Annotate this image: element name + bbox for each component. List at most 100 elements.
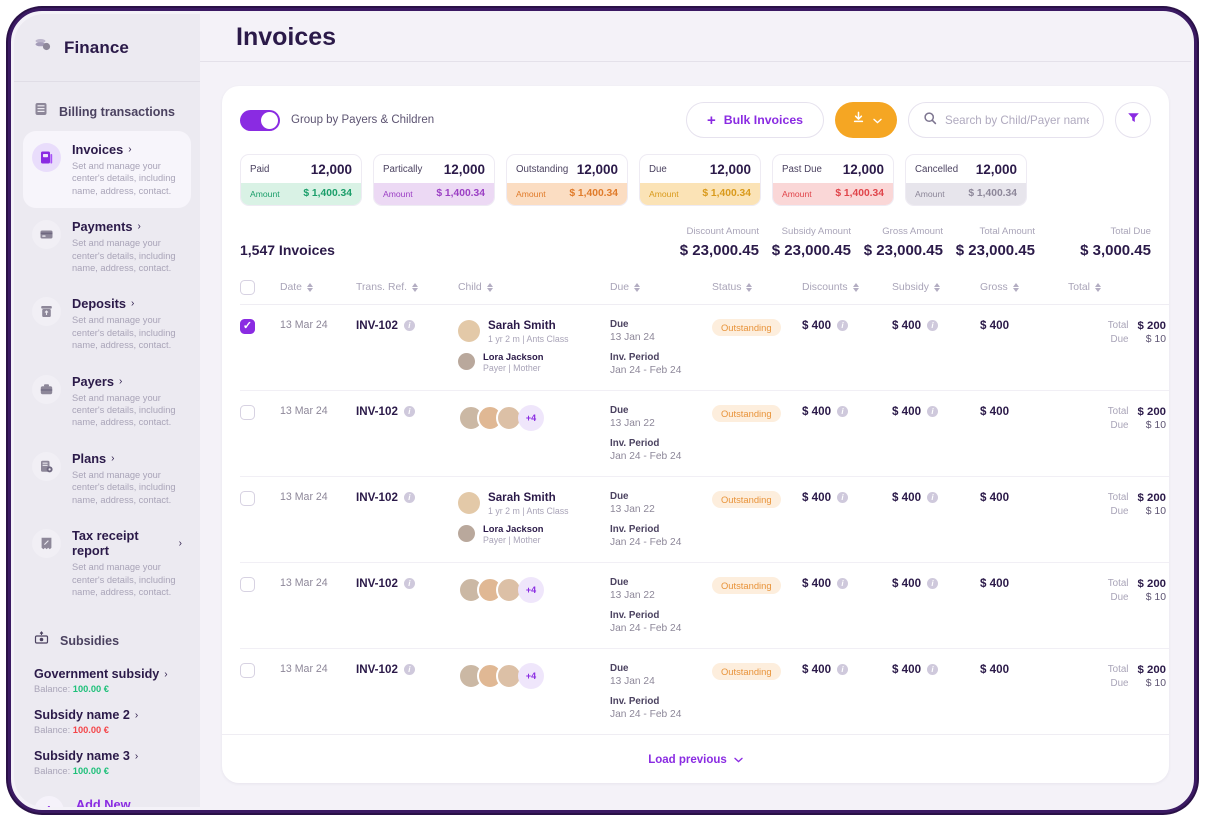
status-card-cancelled[interactable]: Cancelled 12,000 Amount $ 1,400.34 bbox=[905, 154, 1027, 206]
sidebar-item-tax-receipt-report-label: Tax receipt report › bbox=[72, 528, 182, 559]
column-header-due[interactable]: Due bbox=[610, 273, 712, 305]
child-avatar-group[interactable]: +4 bbox=[458, 405, 610, 431]
search-box[interactable] bbox=[908, 102, 1104, 138]
row-checkbox[interactable] bbox=[240, 577, 255, 592]
column-header-discounts[interactable]: Discounts bbox=[802, 273, 892, 305]
period-block: Inv. Period Jan 24 - Feb 24 bbox=[610, 524, 682, 548]
subsidy-item-subsidy-name-3[interactable]: Subsidy name 3 › Balance: 100.00 € bbox=[14, 741, 200, 782]
period-block: Inv. Period Jan 24 - Feb 24 bbox=[610, 696, 682, 720]
info-icon[interactable]: i bbox=[837, 406, 849, 417]
due-block: Due 13 Jan 24 bbox=[610, 663, 655, 687]
sort-icon[interactable] bbox=[634, 283, 641, 292]
status-card-paid[interactable]: Paid 12,000 Amount $ 1,400.34 bbox=[240, 154, 362, 206]
status-badge: Outstanding bbox=[712, 405, 781, 422]
info-icon[interactable]: i bbox=[403, 578, 415, 589]
info-icon[interactable]: i bbox=[403, 664, 415, 675]
app-window: Finance Billing transactions Invoices › … bbox=[8, 8, 1197, 813]
sort-icon[interactable] bbox=[412, 283, 419, 292]
avatar-overflow-count: +4 bbox=[518, 663, 544, 689]
subsidy-item-government-subsidy[interactable]: Government subsidy › Balance: 100.00 € bbox=[14, 659, 200, 700]
child-avatar-group[interactable]: +4 bbox=[458, 577, 610, 603]
cell-gross: $ 400 bbox=[980, 491, 1010, 504]
table-row[interactable]: 13 Mar 24 INV-102 i bbox=[240, 304, 1169, 391]
sidebar-item-payers[interactable]: Payers › Set and manage your center's de… bbox=[23, 363, 191, 440]
info-icon[interactable]: i bbox=[403, 320, 415, 331]
info-icon[interactable]: i bbox=[403, 406, 415, 417]
cell-date: 13 Mar 24 bbox=[280, 562, 356, 649]
info-icon[interactable]: i bbox=[927, 492, 939, 503]
load-previous-button[interactable]: Load previous bbox=[648, 754, 743, 766]
sidebar-item-plans[interactable]: Plans › Set and manage your center's det… bbox=[23, 440, 191, 517]
search-input[interactable] bbox=[945, 113, 1089, 127]
row-checkbox[interactable] bbox=[240, 663, 255, 678]
table-row[interactable]: 13 Mar 24 INV-102 i bbox=[240, 390, 1169, 477]
cell-subsidy: $ 400 i bbox=[892, 577, 980, 590]
info-icon[interactable]: i bbox=[403, 492, 415, 503]
sort-icon[interactable] bbox=[1094, 283, 1101, 292]
info-icon[interactable]: i bbox=[927, 406, 939, 417]
status-card-partically[interactable]: Partically 12,000 Amount $ 1,400.34 bbox=[373, 154, 495, 206]
chevron-down-icon bbox=[872, 111, 882, 129]
row-checkbox[interactable] bbox=[240, 319, 255, 334]
child-avatar-group[interactable]: +4 bbox=[458, 663, 610, 689]
table-row[interactable]: 13 Mar 24 INV-102 i bbox=[240, 476, 1169, 563]
info-icon[interactable]: i bbox=[927, 664, 939, 675]
download-button[interactable] bbox=[835, 102, 897, 138]
avatar bbox=[458, 525, 475, 543]
invoice-icon bbox=[32, 143, 61, 172]
status-card-due[interactable]: Due 12,000 Amount $ 1,400.34 bbox=[639, 154, 761, 206]
subsidy-balance: Balance: 100.00 € bbox=[34, 684, 109, 695]
page-title: Invoices bbox=[236, 23, 337, 51]
select-all-checkbox[interactable] bbox=[240, 280, 255, 295]
status-card-past-due[interactable]: Past Due 12,000 Amount $ 1,400.34 bbox=[772, 154, 894, 206]
column-header-status[interactable]: Status bbox=[712, 273, 802, 305]
sidebar-item-tax-receipt-report[interactable]: Tax receipt report › Set and manage your… bbox=[23, 517, 191, 609]
sort-icon[interactable] bbox=[486, 283, 493, 292]
nav-list: Invoices › Set and manage your center's … bbox=[14, 131, 200, 609]
bulk-invoices-button[interactable]: + Bulk Invoices bbox=[685, 102, 824, 138]
toggle-switch[interactable] bbox=[240, 109, 280, 131]
add-new-subsidy-button[interactable]: + Add New Subsidy bbox=[14, 782, 200, 807]
sidebar: Finance Billing transactions Invoices › … bbox=[14, 14, 200, 807]
sidebar-item-tax-receipt-report-desc: Set and manage your center's details, in… bbox=[72, 562, 176, 597]
cell-date: 13 Mar 24 bbox=[280, 304, 356, 391]
sort-icon[interactable] bbox=[933, 283, 940, 292]
info-icon[interactable]: i bbox=[927, 320, 939, 331]
column-header-total[interactable]: Total bbox=[1068, 273, 1169, 305]
status-card-outstanding[interactable]: Outstanding 12,000 Amount $ 1,400.34 bbox=[506, 154, 628, 206]
column-header-child[interactable]: Child bbox=[458, 273, 610, 305]
column-header-subsidy[interactable]: Subsidy bbox=[892, 273, 980, 305]
subsidies-section-label: Subsidies bbox=[60, 634, 120, 649]
sidebar-item-payments-desc: Set and manage your center's details, in… bbox=[72, 238, 176, 274]
sidebar-item-payers-desc: Set and manage your center's details, in… bbox=[72, 392, 176, 428]
sort-icon[interactable] bbox=[1012, 283, 1019, 292]
column-header-date[interactable]: Date bbox=[280, 273, 356, 305]
subsidy-item-subsidy-name-2[interactable]: Subsidy name 2 › Balance: 100.00 € bbox=[14, 700, 200, 741]
info-icon[interactable]: i bbox=[837, 492, 849, 503]
info-icon[interactable]: i bbox=[927, 578, 939, 589]
column-header-gross[interactable]: Gross bbox=[980, 273, 1068, 305]
group-by-toggle[interactable]: Group by Payers & Children bbox=[240, 109, 434, 131]
column-header-trans-ref[interactable]: Trans. Ref. bbox=[356, 273, 458, 305]
subsidy-name: Subsidy name 2 bbox=[34, 708, 130, 723]
avatar bbox=[458, 353, 475, 371]
table-row[interactable]: 13 Mar 24 INV-102 i bbox=[240, 562, 1169, 649]
filter-button[interactable] bbox=[1115, 102, 1151, 138]
sort-icon[interactable] bbox=[306, 283, 313, 292]
sort-icon[interactable] bbox=[746, 283, 753, 292]
cell-trans-ref: INV-102 i bbox=[356, 319, 458, 332]
sidebar-item-invoices[interactable]: Invoices › Set and manage your center's … bbox=[23, 131, 191, 209]
sidebar-item-deposits[interactable]: Deposits › Set and manage your center's … bbox=[23, 285, 191, 362]
sidebar-item-payments[interactable]: Payments › Set and manage your center's … bbox=[23, 208, 191, 285]
info-icon[interactable]: i bbox=[837, 664, 849, 675]
row-checkbox[interactable] bbox=[240, 405, 255, 420]
due-block: Due 13 Jan 24 bbox=[610, 319, 655, 343]
child-person: Sarah Smith 1 yr 2 m | Ants Class bbox=[458, 491, 610, 516]
info-icon[interactable]: i bbox=[837, 578, 849, 589]
row-checkbox[interactable] bbox=[240, 491, 255, 506]
table-row[interactable]: 13 Mar 24 INV-102 i bbox=[240, 649, 1169, 735]
avatar-overflow-count: +4 bbox=[518, 577, 544, 603]
status-cards: Paid 12,000 Amount $ 1,400.34 Partically… bbox=[222, 146, 1169, 206]
sort-icon[interactable] bbox=[852, 283, 859, 292]
info-icon[interactable]: i bbox=[837, 320, 849, 331]
